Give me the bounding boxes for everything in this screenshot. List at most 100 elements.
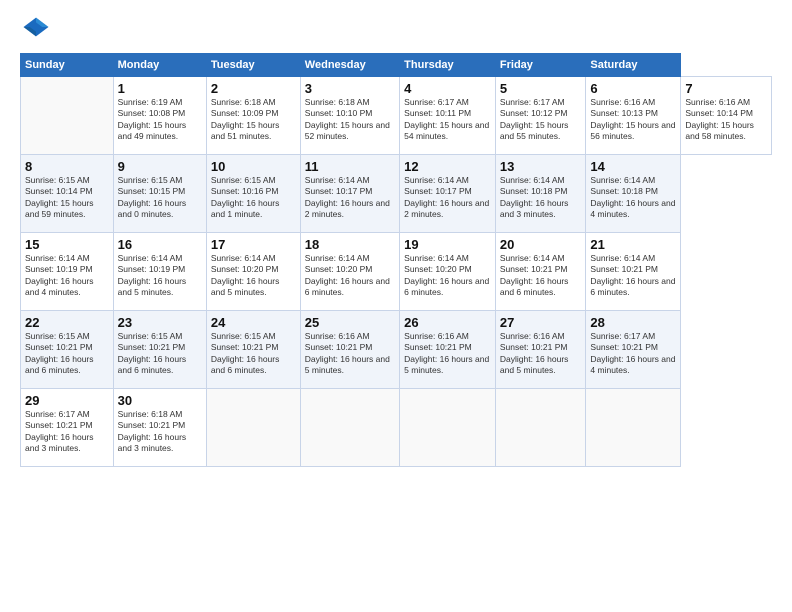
calendar-cell: 25Sunrise: 6:16 AMSunset: 10:21 PMDaylig… <box>300 311 399 389</box>
day-info: Sunrise: 6:14 AMSunset: 10:21 PMDaylight… <box>590 253 676 299</box>
day-number: 11 <box>305 159 395 174</box>
day-info: Sunrise: 6:14 AMSunset: 10:17 PMDaylight… <box>305 175 395 221</box>
day-number: 15 <box>25 237 109 252</box>
day-info: Sunrise: 6:16 AMSunset: 10:21 PMDaylight… <box>305 331 395 377</box>
day-info: Sunrise: 6:14 AMSunset: 10:18 PMDaylight… <box>590 175 676 221</box>
calendar-cell: 9Sunrise: 6:15 AMSunset: 10:15 PMDayligh… <box>113 155 206 233</box>
day-number: 18 <box>305 237 395 252</box>
day-number: 22 <box>25 315 109 330</box>
day-info: Sunrise: 6:16 AMSunset: 10:13 PMDaylight… <box>590 97 676 143</box>
calendar-cell: 12Sunrise: 6:14 AMSunset: 10:17 PMDaylig… <box>400 155 496 233</box>
day-number: 12 <box>404 159 491 174</box>
calendar-cell <box>206 389 300 467</box>
calendar-cell: 3Sunrise: 6:18 AMSunset: 10:10 PMDayligh… <box>300 77 399 155</box>
calendar-cell: 13Sunrise: 6:14 AMSunset: 10:18 PMDaylig… <box>495 155 586 233</box>
calendar-cell: 23Sunrise: 6:15 AMSunset: 10:21 PMDaylig… <box>113 311 206 389</box>
day-number: 28 <box>590 315 676 330</box>
day-number: 6 <box>590 81 676 96</box>
day-number: 16 <box>118 237 202 252</box>
calendar-cell: 10Sunrise: 6:15 AMSunset: 10:16 PMDaylig… <box>206 155 300 233</box>
calendar-cell: 6Sunrise: 6:16 AMSunset: 10:13 PMDayligh… <box>586 77 681 155</box>
calendar-cell: 14Sunrise: 6:14 AMSunset: 10:18 PMDaylig… <box>586 155 681 233</box>
day-info: Sunrise: 6:16 AMSunset: 10:21 PMDaylight… <box>500 331 582 377</box>
day-info: Sunrise: 6:14 AMSunset: 10:19 PMDaylight… <box>118 253 202 299</box>
calendar-week-row: 8Sunrise: 6:15 AMSunset: 10:14 PMDayligh… <box>21 155 772 233</box>
day-number: 1 <box>118 81 202 96</box>
calendar-cell: 27Sunrise: 6:16 AMSunset: 10:21 PMDaylig… <box>495 311 586 389</box>
calendar-cell <box>300 389 399 467</box>
calendar-cell: 21Sunrise: 6:14 AMSunset: 10:21 PMDaylig… <box>586 233 681 311</box>
day-number: 3 <box>305 81 395 96</box>
calendar-cell <box>495 389 586 467</box>
col-tuesday: Tuesday <box>206 54 300 77</box>
logo <box>20 16 52 43</box>
col-monday: Monday <box>113 54 206 77</box>
day-info: Sunrise: 6:15 AMSunset: 10:21 PMDaylight… <box>25 331 109 377</box>
calendar-cell: 4Sunrise: 6:17 AMSunset: 10:11 PMDayligh… <box>400 77 496 155</box>
day-info: Sunrise: 6:15 AMSunset: 10:15 PMDaylight… <box>118 175 202 221</box>
day-info: Sunrise: 6:15 AMSunset: 10:16 PMDaylight… <box>211 175 296 221</box>
day-info: Sunrise: 6:17 AMSunset: 10:11 PMDaylight… <box>404 97 491 143</box>
day-number: 17 <box>211 237 296 252</box>
day-number: 13 <box>500 159 582 174</box>
day-number: 2 <box>211 81 296 96</box>
day-info: Sunrise: 6:18 AMSunset: 10:10 PMDaylight… <box>305 97 395 143</box>
calendar-table: Sunday Monday Tuesday Wednesday Thursday… <box>20 53 772 467</box>
day-number: 23 <box>118 315 202 330</box>
day-number: 25 <box>305 315 395 330</box>
calendar-cell: 5Sunrise: 6:17 AMSunset: 10:12 PMDayligh… <box>495 77 586 155</box>
calendar-cell: 2Sunrise: 6:18 AMSunset: 10:09 PMDayligh… <box>206 77 300 155</box>
day-info: Sunrise: 6:15 AMSunset: 10:21 PMDaylight… <box>211 331 296 377</box>
calendar-cell: 19Sunrise: 6:14 AMSunset: 10:20 PMDaylig… <box>400 233 496 311</box>
day-info: Sunrise: 6:18 AMSunset: 10:21 PMDaylight… <box>118 409 202 455</box>
calendar-cell: 11Sunrise: 6:14 AMSunset: 10:17 PMDaylig… <box>300 155 399 233</box>
day-info: Sunrise: 6:14 AMSunset: 10:21 PMDaylight… <box>500 253 582 299</box>
day-info: Sunrise: 6:19 AMSunset: 10:08 PMDaylight… <box>118 97 202 143</box>
day-info: Sunrise: 6:17 AMSunset: 10:12 PMDaylight… <box>500 97 582 143</box>
calendar-cell: 26Sunrise: 6:16 AMSunset: 10:21 PMDaylig… <box>400 311 496 389</box>
calendar-cell: 28Sunrise: 6:17 AMSunset: 10:21 PMDaylig… <box>586 311 681 389</box>
day-info: Sunrise: 6:17 AMSunset: 10:21 PMDaylight… <box>590 331 676 377</box>
day-number: 14 <box>590 159 676 174</box>
calendar-cell: 18Sunrise: 6:14 AMSunset: 10:20 PMDaylig… <box>300 233 399 311</box>
day-info: Sunrise: 6:15 AMSunset: 10:21 PMDaylight… <box>118 331 202 377</box>
calendar-header-row: Sunday Monday Tuesday Wednesday Thursday… <box>21 54 772 77</box>
calendar-cell <box>400 389 496 467</box>
day-number: 10 <box>211 159 296 174</box>
col-friday: Friday <box>495 54 586 77</box>
col-saturday: Saturday <box>586 54 681 77</box>
day-info: Sunrise: 6:14 AMSunset: 10:18 PMDaylight… <box>500 175 582 221</box>
calendar-page: Sunday Monday Tuesday Wednesday Thursday… <box>0 0 792 612</box>
calendar-cell <box>586 389 681 467</box>
calendar-cell: 1Sunrise: 6:19 AMSunset: 10:08 PMDayligh… <box>113 77 206 155</box>
day-number: 30 <box>118 393 202 408</box>
day-info: Sunrise: 6:14 AMSunset: 10:20 PMDaylight… <box>305 253 395 299</box>
calendar-cell <box>21 77 114 155</box>
day-info: Sunrise: 6:16 AMSunset: 10:21 PMDaylight… <box>404 331 491 377</box>
calendar-cell: 16Sunrise: 6:14 AMSunset: 10:19 PMDaylig… <box>113 233 206 311</box>
calendar-cell: 29Sunrise: 6:17 AMSunset: 10:21 PMDaylig… <box>21 389 114 467</box>
day-number: 19 <box>404 237 491 252</box>
day-number: 29 <box>25 393 109 408</box>
day-number: 7 <box>685 81 767 96</box>
col-thursday: Thursday <box>400 54 496 77</box>
col-sunday: Sunday <box>21 54 114 77</box>
day-info: Sunrise: 6:14 AMSunset: 10:19 PMDaylight… <box>25 253 109 299</box>
calendar-week-row: 15Sunrise: 6:14 AMSunset: 10:19 PMDaylig… <box>21 233 772 311</box>
day-info: Sunrise: 6:17 AMSunset: 10:21 PMDaylight… <box>25 409 109 455</box>
calendar-week-row: 29Sunrise: 6:17 AMSunset: 10:21 PMDaylig… <box>21 389 772 467</box>
day-number: 24 <box>211 315 296 330</box>
page-header <box>20 16 772 43</box>
calendar-cell: 8Sunrise: 6:15 AMSunset: 10:14 PMDayligh… <box>21 155 114 233</box>
day-number: 5 <box>500 81 582 96</box>
calendar-week-row: 22Sunrise: 6:15 AMSunset: 10:21 PMDaylig… <box>21 311 772 389</box>
day-number: 9 <box>118 159 202 174</box>
day-info: Sunrise: 6:14 AMSunset: 10:17 PMDaylight… <box>404 175 491 221</box>
calendar-week-row: 1Sunrise: 6:19 AMSunset: 10:08 PMDayligh… <box>21 77 772 155</box>
day-info: Sunrise: 6:14 AMSunset: 10:20 PMDaylight… <box>211 253 296 299</box>
day-number: 8 <box>25 159 109 174</box>
day-number: 20 <box>500 237 582 252</box>
day-number: 27 <box>500 315 582 330</box>
calendar-cell: 15Sunrise: 6:14 AMSunset: 10:19 PMDaylig… <box>21 233 114 311</box>
calendar-cell: 20Sunrise: 6:14 AMSunset: 10:21 PMDaylig… <box>495 233 586 311</box>
